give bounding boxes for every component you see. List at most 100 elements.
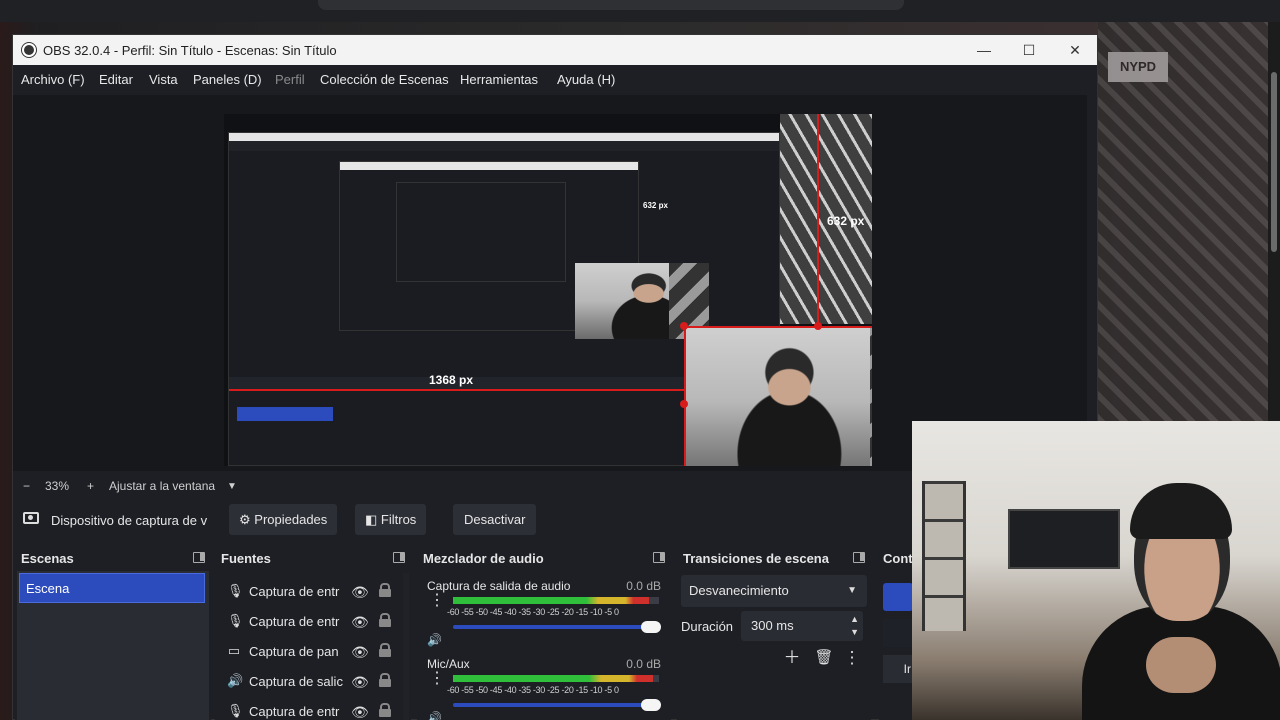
menu-help[interactable]: Ayuda (H): [557, 72, 615, 87]
volume-slider[interactable]: [453, 699, 661, 711]
resize-handle-tl[interactable]: [680, 322, 688, 330]
zoom-in-button[interactable]: +: [87, 479, 94, 493]
controls-button-partial[interactable]: Ir: [883, 655, 913, 683]
start-streaming-button[interactable]: [883, 583, 913, 611]
menu-edit[interactable]: Editar: [99, 72, 133, 87]
lock-icon[interactable]: [379, 583, 391, 597]
window-title: OBS 32.0.4 - Perfil: Sin Título - Escena…: [43, 43, 337, 58]
filters-button[interactable]: ◧ Filtros: [355, 504, 427, 535]
source-item[interactable]: 🎙 Captura de entr 👁: [223, 697, 411, 720]
selected-source-name: Dispositivo de captura de v: [51, 513, 208, 528]
menu-file[interactable]: Archivo (F): [21, 72, 85, 87]
scene-item[interactable]: Escena: [19, 573, 205, 603]
speaker-icon[interactable]: 🔊: [427, 711, 442, 720]
speaker-icon: 🔊: [227, 673, 244, 688]
speaker-icon[interactable]: 🔊: [427, 633, 442, 647]
duration-input[interactable]: 300 ms ▲ ▼: [741, 611, 863, 641]
source-item[interactable]: 🎙 Captura de entr 👁: [223, 577, 411, 607]
maximize-button[interactable]: ☐: [1018, 39, 1040, 61]
source-item[interactable]: 🎙 Captura de entr 👁: [223, 607, 411, 637]
television: [1008, 509, 1120, 569]
selection-box[interactable]: [684, 326, 872, 466]
scenes-list: Escena: [17, 571, 209, 720]
nested-width-label: 1368 px: [429, 373, 474, 387]
undock-icon[interactable]: [853, 552, 865, 563]
nested-height-label: 632 px: [643, 201, 668, 210]
channel-db: 0.0 dB: [626, 579, 661, 593]
zoom-dropdown-caret[interactable]: ▼: [227, 481, 237, 492]
add-transition-button[interactable]: ＋: [781, 647, 803, 669]
deactivate-button[interactable]: Desactivar: [453, 504, 537, 535]
eye-icon[interactable]: 👁: [351, 704, 369, 720]
menu-bar: Archivo (F) Editar Vista Paneles (D) Per…: [13, 65, 1097, 95]
volume-slider[interactable]: [453, 621, 661, 633]
background-video: NYPD: [1098, 22, 1268, 422]
source-label: Captura de entr: [249, 584, 340, 599]
lock-icon[interactable]: [379, 613, 391, 627]
menu-view[interactable]: Vista: [149, 72, 178, 87]
spinner-icon[interactable]: ▲ ▼: [850, 613, 859, 639]
transitions-title: Transiciones de escena: [683, 551, 829, 566]
controls-button[interactable]: [883, 619, 913, 647]
fit-window-button[interactable]: Ajustar a la ventana: [109, 479, 215, 493]
chevron-down-icon: ▼: [847, 585, 857, 596]
transition-selected: Desvanecimiento: [689, 583, 789, 598]
nested-titlebar: [229, 133, 779, 141]
nested-obs-capture-3: [396, 182, 566, 282]
volume-meter: [453, 675, 659, 682]
lock-icon[interactable]: [379, 703, 391, 717]
eye-icon[interactable]: 👁: [351, 584, 369, 601]
preview-canvas[interactable]: 1368 px 632 px 632 px: [224, 114, 872, 466]
lock-icon[interactable]: [379, 643, 391, 657]
sources-title: Fuentes: [221, 551, 271, 566]
lock-icon[interactable]: [379, 673, 391, 687]
undock-icon[interactable]: [193, 552, 205, 563]
monitor-icon: ▭: [227, 643, 241, 658]
channel-db: 0.0 dB: [626, 657, 661, 671]
menu-tools[interactable]: Herramientas: [460, 72, 538, 87]
undock-icon[interactable]: [653, 552, 665, 563]
zoom-out-button[interactable]: −: [23, 479, 30, 493]
transition-select[interactable]: Desvanecimiento ▼: [681, 575, 867, 607]
source-label: Captura de entr: [249, 704, 340, 719]
eye-icon[interactable]: 👁: [351, 644, 369, 661]
menu-docks[interactable]: Paneles (D): [193, 72, 262, 87]
mixer-title: Mezclador de audio: [423, 551, 544, 566]
properties-button[interactable]: ⚙ Propiedades: [229, 504, 338, 535]
mic-icon: 🎙: [227, 613, 244, 628]
undock-icon[interactable]: [393, 552, 405, 563]
resize-handle-t[interactable]: [814, 322, 822, 330]
trash-icon[interactable]: 🗑: [813, 647, 835, 669]
eye-icon[interactable]: 👁: [351, 674, 369, 691]
slider-knob[interactable]: [641, 699, 661, 711]
resize-handle-l[interactable]: [680, 400, 688, 408]
minimize-button[interactable]: —: [973, 39, 995, 61]
controls-dock: Cont Ir: [879, 543, 913, 720]
menu-profile[interactable]: Perfil: [275, 72, 305, 87]
page-scrollbar[interactable]: [1268, 22, 1280, 422]
meter-fill: [453, 597, 649, 604]
slider-knob[interactable]: [641, 621, 661, 633]
menu-scene-collection[interactable]: Colección de Escenas: [320, 72, 449, 87]
zoom-bar: − 33% + Ajustar a la ventana ▼: [13, 473, 913, 499]
sources-scrollbar[interactable]: [403, 573, 409, 720]
kebab-menu-icon[interactable]: ⋮: [429, 671, 445, 687]
sources-dock: Fuentes 🎙 Captura de entr 👁 🎙 Captura de…: [215, 543, 411, 720]
obs-logo-icon: [22, 43, 36, 57]
browser-address-bar[interactable]: [318, 0, 904, 10]
channel-name: Mic/Aux: [427, 657, 470, 671]
mixer-channel: Mic/Aux 0.0 dB ⋮ -60 -55 -50 -45 -40 -35…: [425, 655, 663, 720]
scrollbar-thumb[interactable]: [1271, 72, 1277, 252]
kebab-menu-icon[interactable]: ⋮: [429, 593, 445, 609]
close-button[interactable]: ✕: [1064, 39, 1086, 61]
source-item[interactable]: ▭ Captura de pan 👁: [223, 637, 411, 667]
source-item[interactable]: 🔊 Captura de salic 👁: [223, 667, 411, 697]
eye-icon[interactable]: 👁: [351, 614, 369, 631]
kebab-menu-icon[interactable]: ⋮: [841, 647, 863, 669]
volume-meter: [453, 597, 659, 604]
nested-titlebar-2: [340, 162, 638, 170]
source-label: Captura de entr: [249, 614, 340, 629]
transitions-dock: Transiciones de escena Desvanecimiento ▼…: [677, 543, 871, 720]
title-bar: OBS 32.0.4 - Perfil: Sin Título - Escena…: [13, 35, 1097, 65]
controls-title: Cont: [883, 551, 913, 566]
